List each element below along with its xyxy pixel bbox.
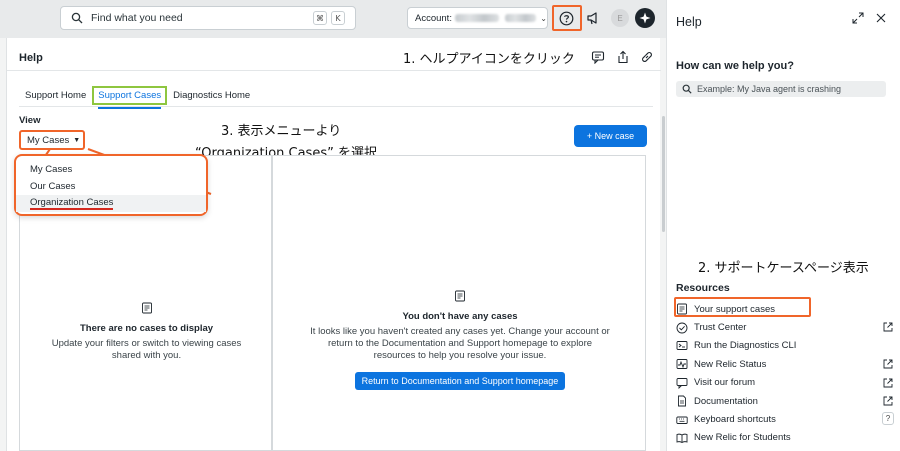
tab-diagnostics-home[interactable]: Diagnostics Home [167, 86, 256, 105]
option-label: Our Cases [30, 181, 76, 192]
resource-label: Run the Diagnostics CLI [694, 340, 797, 352]
resource-forum[interactable]: Visit our forum [676, 374, 894, 392]
sparkle-icon [639, 12, 651, 24]
external-link-icon [883, 378, 893, 388]
option-label: Organization Cases [30, 197, 114, 210]
dropdown-option-our-cases[interactable]: Our Cases [16, 178, 206, 195]
tab-bar: Support Home Support Cases Diagnostics H… [19, 86, 256, 109]
resource-new-relic-status[interactable]: New Relic Status [676, 355, 894, 373]
annotation-step-3-line-1: 3. 表示メニューより [221, 124, 342, 139]
resource-label: Visit our forum [694, 377, 756, 389]
dropdown-option-organization-cases[interactable]: Organization Cases [16, 195, 206, 212]
resource-diagnostics-cli[interactable]: Run the Diagnostics CLI [676, 337, 894, 355]
external-link-icon [883, 359, 893, 369]
scrollbar[interactable] [662, 116, 665, 232]
external-link-icon [883, 396, 893, 406]
resources-heading: Resources [676, 282, 730, 294]
new-case-button[interactable]: + New case [574, 125, 647, 147]
resource-label: Documentation [694, 395, 758, 407]
resource-label: New Relic for Students [694, 432, 791, 444]
search-icon [71, 12, 83, 24]
resource-keyboard-shortcuts[interactable]: Keyboard shortcuts ? [676, 410, 894, 428]
case-detail-pane: You don't have any cases It looks like y… [272, 155, 646, 451]
view-select-value: My Cases [27, 134, 70, 146]
top-bar: Find what you need ⌘ K Account: ⌄ E [0, 0, 666, 38]
kbd-k: K [331, 11, 345, 25]
chevron-down-icon: ▼ [73, 136, 81, 144]
account-label: Account: [415, 12, 452, 24]
share-icon[interactable] [616, 50, 630, 64]
kbd-cmd: ⌘ [313, 11, 327, 25]
annotation-step-2: 2. サポートケースページ表示 [698, 261, 869, 276]
resource-new-relic-students[interactable]: New Relic for Students [676, 429, 894, 447]
help-search-input[interactable]: Example: My Java agent is crashing [676, 81, 886, 97]
view-dropdown-menu: My Cases Our Cases Organization Cases [14, 154, 208, 216]
view-label: View [19, 115, 41, 126]
option-label: My Cases [30, 164, 73, 175]
tab-support-home[interactable]: Support Home [19, 86, 92, 105]
tabs-divider [19, 106, 653, 107]
global-search-input[interactable]: Find what you need ⌘ K [60, 6, 356, 30]
external-link-icon [883, 322, 893, 332]
search-icon [682, 84, 692, 94]
link-icon[interactable] [640, 50, 654, 64]
help-question-heading: How can we help you? [676, 60, 794, 72]
feedback-icon[interactable] [591, 50, 605, 64]
document-icon [678, 395, 686, 407]
book-icon [676, 433, 688, 443]
empty-right-heading: You don't have any cases [402, 311, 518, 322]
help-button-highlight [552, 5, 582, 31]
search-placeholder: Find what you need [91, 12, 183, 24]
resources-list: Your support cases Trust Center Run the … [676, 300, 894, 447]
resource-trust-center[interactable]: Trust Center [676, 318, 894, 336]
empty-left-heading: There are no cases to display [79, 323, 214, 334]
chevron-down-icon: ⌄ [540, 13, 547, 23]
resource-label: New Relic Status [694, 358, 767, 370]
empty-right-body: It looks like you haven't created any ca… [310, 326, 610, 361]
view-select[interactable]: My Cases ▼ [19, 130, 85, 150]
status-icon [676, 359, 688, 370]
help-panel-title: Help [676, 15, 702, 29]
document-icon [455, 290, 465, 302]
diagnostics-icon [676, 341, 688, 350]
return-to-docs-button[interactable]: Return to Documentation and Support home… [354, 372, 566, 390]
page-title: Help [19, 52, 43, 64]
check-circle-icon [676, 322, 688, 334]
account-name-redacted [454, 14, 500, 22]
expand-icon[interactable] [851, 11, 865, 25]
dropdown-option-my-cases[interactable]: My Cases [16, 161, 206, 178]
account-id-redacted [505, 14, 537, 22]
close-icon[interactable] [874, 11, 888, 25]
keyboard-icon [676, 416, 688, 424]
resource-documentation[interactable]: Documentation [676, 392, 894, 410]
empty-state-left: There are no cases to display Update you… [20, 302, 273, 362]
forum-icon [676, 377, 688, 389]
help-side-panel: Help How can we help you? Example: My Ja… [666, 0, 900, 451]
annotation-step-1: 1. ヘルプアイコンをクリック [403, 52, 575, 67]
empty-left-body: Update your filters or switch to viewing… [51, 338, 242, 361]
avatar[interactable]: E [611, 9, 629, 27]
ai-assistant-button[interactable] [635, 8, 655, 28]
tab-support-cases[interactable]: Support Cases [92, 86, 168, 109]
resource-label: Keyboard shortcuts [694, 414, 776, 426]
help-cases-panel: Help 1. ヘルプアイコンをクリック Support Home Suppor… [6, 38, 665, 451]
empty-state-right: You don't have any cases It looks like y… [273, 290, 647, 390]
account-selector[interactable]: Account: ⌄ [407, 7, 548, 29]
document-icon [141, 302, 152, 314]
header-divider [7, 70, 661, 71]
resource-label: Trust Center [694, 322, 747, 334]
help-search-placeholder: Example: My Java agent is crashing [697, 84, 842, 94]
support-cases-highlight [674, 297, 811, 317]
shortcut-key-badge: ? [882, 412, 894, 426]
megaphone-icon[interactable] [585, 10, 601, 26]
